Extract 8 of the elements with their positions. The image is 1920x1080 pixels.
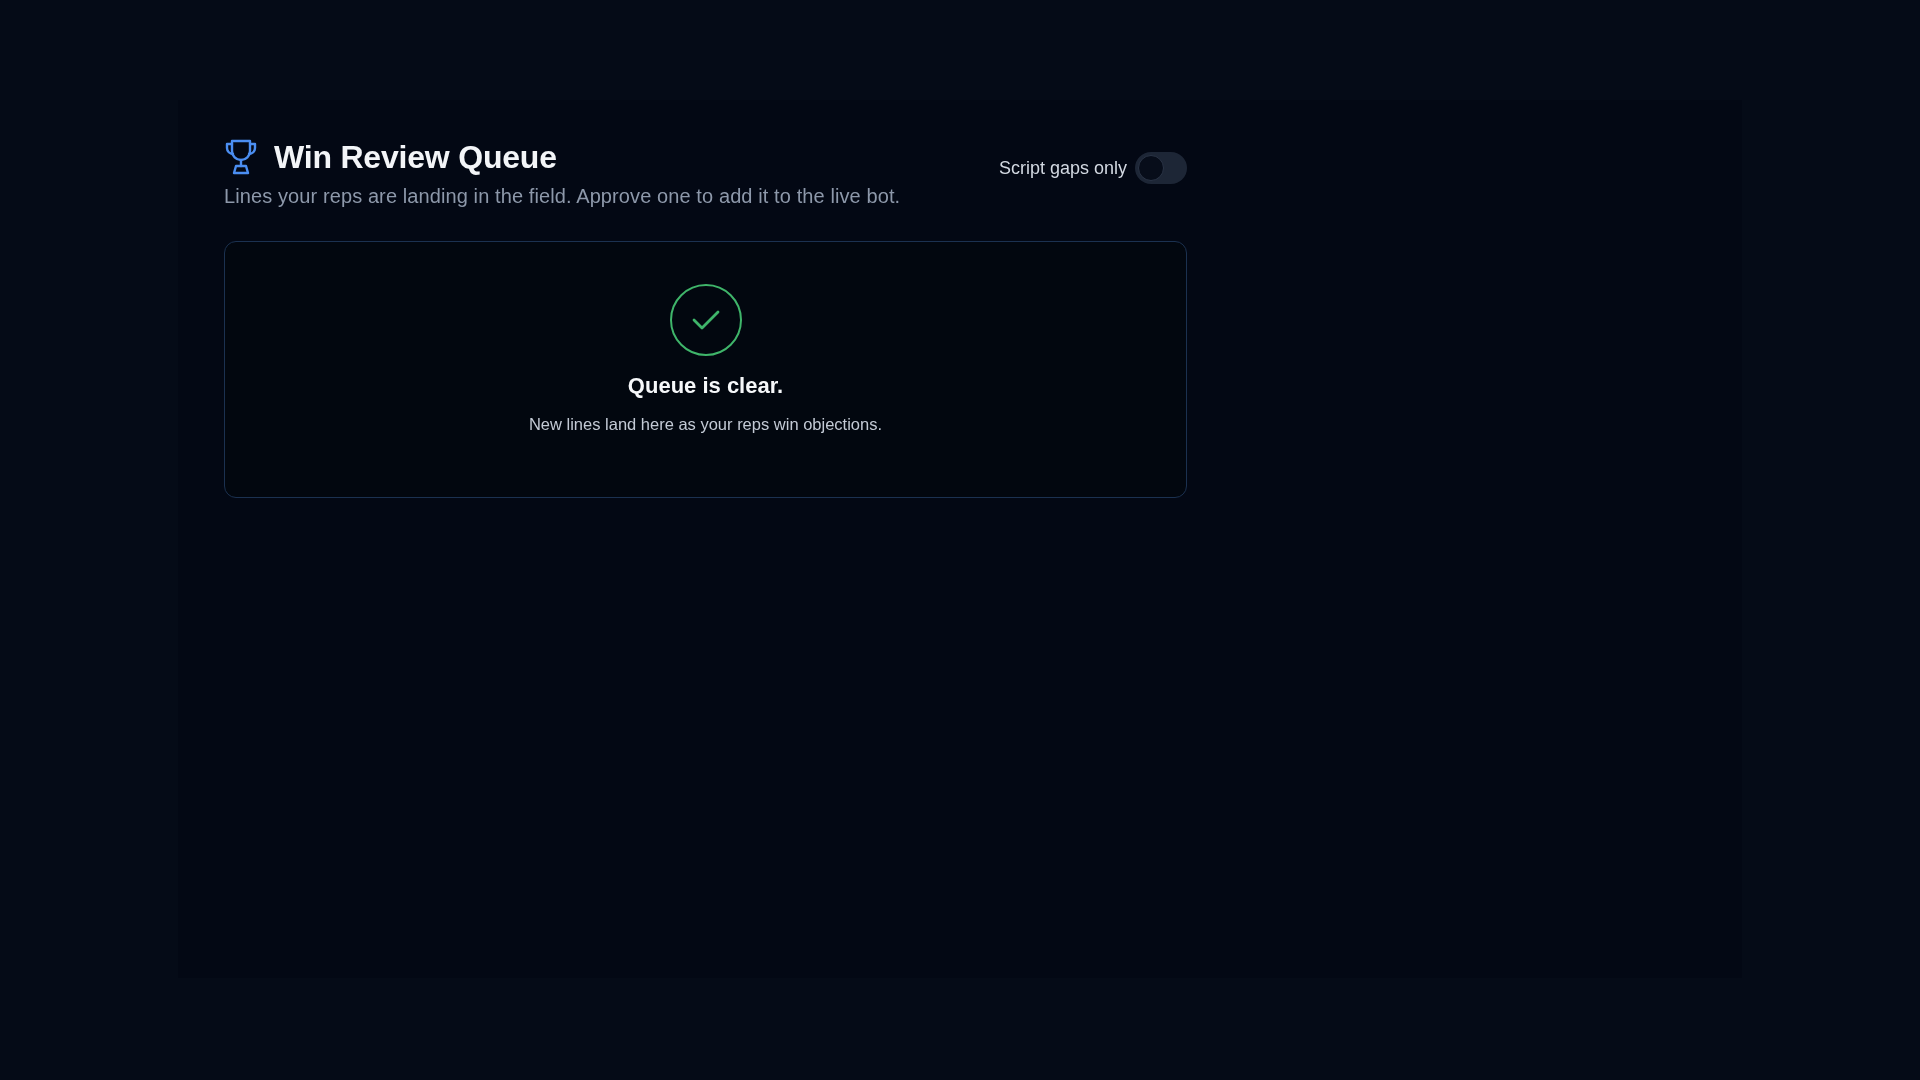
- page-title: Win Review Queue: [274, 138, 557, 177]
- toggle-label: Script gaps only: [998, 156, 1127, 180]
- empty-state-title: Queue is clear.: [627, 372, 784, 401]
- trophy-icon: [224, 139, 258, 176]
- empty-state-message: New lines land here as your reps win objections.: [528, 414, 883, 435]
- check-circle-icon: [669, 284, 742, 357]
- toggle-switch[interactable]: [1135, 152, 1187, 184]
- page-subtitle: Lines your reps are landing in the field. Approve one to add it to the live bot.: [224, 184, 901, 210]
